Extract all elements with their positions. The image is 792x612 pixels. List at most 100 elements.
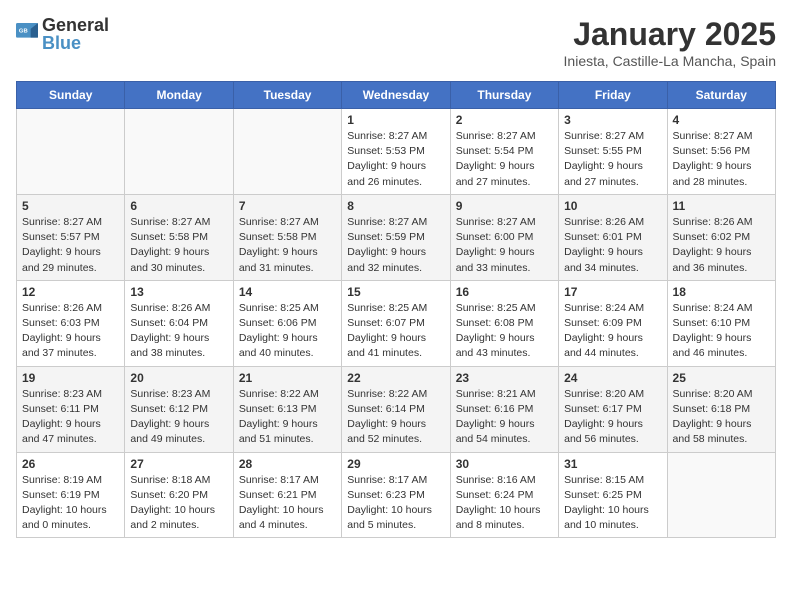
day-number: 27 bbox=[130, 457, 227, 471]
weekday-header-monday: Monday bbox=[125, 82, 233, 109]
calendar-day-3: 3 Sunrise: 8:27 AMSunset: 5:55 PMDaylight… bbox=[559, 109, 667, 195]
day-info: Sunrise: 8:27 AMSunset: 5:53 PMDaylight:… bbox=[347, 129, 444, 190]
day-number: 14 bbox=[239, 285, 336, 299]
day-info: Sunrise: 8:22 AMSunset: 6:14 PMDaylight:… bbox=[347, 387, 444, 448]
calendar-day-13: 13 Sunrise: 8:26 AMSunset: 6:04 PMDayligh… bbox=[125, 280, 233, 366]
calendar-day-10: 10Sunrise: 8:26 AMSunset: 6:01 PMDayligh… bbox=[559, 194, 667, 280]
day-number: 13 bbox=[130, 285, 227, 299]
calendar-week-1: 1 Sunrise: 8:27 AMSunset: 5:53 PMDaylight… bbox=[17, 109, 776, 195]
day-info: Sunrise: 8:25 AMSunset: 6:06 PMDaylight:… bbox=[239, 301, 336, 362]
weekday-header-tuesday: Tuesday bbox=[233, 82, 341, 109]
calendar-day-11: 11 Sunrise: 8:26 AMSunset: 6:02 PMDayligh… bbox=[667, 194, 775, 280]
day-info: Sunrise: 8:26 AMSunset: 6:04 PMDaylight:… bbox=[130, 301, 227, 362]
day-number: 12 bbox=[22, 285, 119, 299]
calendar-day-19: 19 Sunrise: 8:23 AMSunset: 6:11 PMDayligh… bbox=[17, 366, 125, 452]
calendar-title: January 2025 bbox=[564, 16, 776, 53]
day-number: 23 bbox=[456, 371, 553, 385]
weekday-header-sunday: Sunday bbox=[17, 82, 125, 109]
day-info: Sunrise: 8:27 AMSunset: 5:57 PMDaylight:… bbox=[22, 215, 119, 276]
calendar-day-31: 31 Sunrise: 8:15 AMSunset: 6:25 PMDayligh… bbox=[559, 452, 667, 538]
calendar-week-5: 26 Sunrise: 8:19 AMSunset: 6:19 PMDayligh… bbox=[17, 452, 776, 538]
day-number: 2 bbox=[456, 113, 553, 127]
calendar-table: SundayMondayTuesdayWednesdayThursdayFrid… bbox=[16, 81, 776, 538]
day-info: Sunrise: 8:16 AMSunset: 6:24 PMDaylight:… bbox=[456, 473, 553, 534]
day-info: Sunrise: 8:20 AMSunset: 6:18 PMDaylight:… bbox=[673, 387, 770, 448]
calendar-day-25: 25 Sunrise: 8:20 AMSunset: 6:18 PMDayligh… bbox=[667, 366, 775, 452]
day-number: 9 bbox=[456, 199, 553, 213]
day-info: Sunrise: 8:27 AMSunset: 5:56 PMDaylight:… bbox=[673, 129, 770, 190]
day-number: 19 bbox=[22, 371, 119, 385]
day-info: Sunrise: 8:23 AMSunset: 6:11 PMDaylight:… bbox=[22, 387, 119, 448]
day-number: 11 bbox=[673, 199, 770, 213]
day-info: Sunrise: 8:27 AMSunset: 5:54 PMDaylight:… bbox=[456, 129, 553, 190]
day-number: 22 bbox=[347, 371, 444, 385]
calendar-day-4: 4 Sunrise: 8:27 AMSunset: 5:56 PMDaylight… bbox=[667, 109, 775, 195]
day-number: 24 bbox=[564, 371, 661, 385]
weekday-header-thursday: Thursday bbox=[450, 82, 558, 109]
logo-general: General bbox=[42, 16, 109, 34]
day-number: 15 bbox=[347, 285, 444, 299]
calendar-day-26: 26 Sunrise: 8:19 AMSunset: 6:19 PMDayligh… bbox=[17, 452, 125, 538]
day-info: Sunrise: 8:27 AMSunset: 5:55 PMDaylight:… bbox=[564, 129, 661, 190]
day-info: Sunrise: 8:19 AMSunset: 6:19 PMDaylight:… bbox=[22, 473, 119, 534]
day-number: 21 bbox=[239, 371, 336, 385]
day-number: 31 bbox=[564, 457, 661, 471]
day-number: 7 bbox=[239, 199, 336, 213]
day-number: 3 bbox=[564, 113, 661, 127]
calendar-day-21: 21 Sunrise: 8:22 AMSunset: 6:13 PMDayligh… bbox=[233, 366, 341, 452]
day-number: 18 bbox=[673, 285, 770, 299]
calendar-day-22: 22 Sunrise: 8:22 AMSunset: 6:14 PMDayligh… bbox=[342, 366, 450, 452]
calendar-day-15: 15 Sunrise: 8:25 AMSunset: 6:07 PMDayligh… bbox=[342, 280, 450, 366]
day-number: 10 bbox=[564, 199, 661, 213]
calendar-day-20: 20 Sunrise: 8:23 AMSunset: 6:12 PMDayligh… bbox=[125, 366, 233, 452]
day-info: Sunrise: 8:26 AMSunset: 6:03 PMDaylight:… bbox=[22, 301, 119, 362]
day-info: Sunrise: 8:27 AMSunset: 6:00 PMDaylight:… bbox=[456, 215, 553, 276]
day-info: Sunrise: 8:25 AMSunset: 6:07 PMDaylight:… bbox=[347, 301, 444, 362]
calendar-empty-cell bbox=[667, 452, 775, 538]
calendar-subtitle: Iniesta, Castille-La Mancha, Spain bbox=[564, 53, 776, 69]
day-number: 20 bbox=[130, 371, 227, 385]
calendar-day-30: 30 Sunrise: 8:16 AMSunset: 6:24 PMDayligh… bbox=[450, 452, 558, 538]
day-number: 4 bbox=[673, 113, 770, 127]
calendar-day-6: 6Sunrise: 8:27 AMSunset: 5:58 PMDaylight… bbox=[125, 194, 233, 280]
day-number: 5 bbox=[22, 199, 119, 213]
calendar-empty-cell bbox=[233, 109, 341, 195]
logo-blue: Blue bbox=[42, 34, 109, 52]
calendar-day-17: 17Sunrise: 8:24 AMSunset: 6:09 PMDayligh… bbox=[559, 280, 667, 366]
day-number: 30 bbox=[456, 457, 553, 471]
day-info: Sunrise: 8:17 AMSunset: 6:21 PMDaylight:… bbox=[239, 473, 336, 534]
day-number: 6 bbox=[130, 199, 227, 213]
day-number: 25 bbox=[673, 371, 770, 385]
day-info: Sunrise: 8:20 AMSunset: 6:17 PMDaylight:… bbox=[564, 387, 661, 448]
calendar-day-23: 23 Sunrise: 8:21 AMSunset: 6:16 PMDayligh… bbox=[450, 366, 558, 452]
svg-text:GB: GB bbox=[19, 29, 28, 35]
calendar-day-8: 8Sunrise: 8:27 AMSunset: 5:59 PMDaylight… bbox=[342, 194, 450, 280]
day-info: Sunrise: 8:27 AMSunset: 5:58 PMDaylight:… bbox=[239, 215, 336, 276]
day-info: Sunrise: 8:25 AMSunset: 6:08 PMDaylight:… bbox=[456, 301, 553, 362]
calendar-day-27: 27Sunrise: 8:18 AMSunset: 6:20 PMDayligh… bbox=[125, 452, 233, 538]
day-info: Sunrise: 8:15 AMSunset: 6:25 PMDaylight:… bbox=[564, 473, 661, 534]
day-info: Sunrise: 8:17 AMSunset: 6:23 PMDaylight:… bbox=[347, 473, 444, 534]
calendar-day-18: 18Sunrise: 8:24 AMSunset: 6:10 PMDayligh… bbox=[667, 280, 775, 366]
day-info: Sunrise: 8:26 AMSunset: 6:02 PMDaylight:… bbox=[673, 215, 770, 276]
day-number: 16 bbox=[456, 285, 553, 299]
day-info: Sunrise: 8:24 AMSunset: 6:09 PMDaylight:… bbox=[564, 301, 661, 362]
weekday-header-row: SundayMondayTuesdayWednesdayThursdayFrid… bbox=[17, 82, 776, 109]
day-info: Sunrise: 8:22 AMSunset: 6:13 PMDaylight:… bbox=[239, 387, 336, 448]
calendar-day-12: 12 Sunrise: 8:26 AMSunset: 6:03 PMDayligh… bbox=[17, 280, 125, 366]
weekday-header-saturday: Saturday bbox=[667, 82, 775, 109]
weekday-header-wednesday: Wednesday bbox=[342, 82, 450, 109]
calendar-day-2: 2 Sunrise: 8:27 AMSunset: 5:54 PMDaylight… bbox=[450, 109, 558, 195]
day-info: Sunrise: 8:23 AMSunset: 6:12 PMDaylight:… bbox=[130, 387, 227, 448]
day-number: 26 bbox=[22, 457, 119, 471]
calendar-day-16: 16 Sunrise: 8:25 AMSunset: 6:08 PMDayligh… bbox=[450, 280, 558, 366]
calendar-empty-cell bbox=[17, 109, 125, 195]
day-number: 28 bbox=[239, 457, 336, 471]
calendar-week-2: 5 Sunrise: 8:27 AMSunset: 5:57 PMDaylight… bbox=[17, 194, 776, 280]
logo: GB General Blue bbox=[16, 16, 109, 52]
calendar-day-14: 14 Sunrise: 8:25 AMSunset: 6:06 PMDayligh… bbox=[233, 280, 341, 366]
day-number: 1 bbox=[347, 113, 444, 127]
calendar-week-4: 19 Sunrise: 8:23 AMSunset: 6:11 PMDayligh… bbox=[17, 366, 776, 452]
day-info: Sunrise: 8:21 AMSunset: 6:16 PMDaylight:… bbox=[456, 387, 553, 448]
calendar-day-29: 29Sunrise: 8:17 AMSunset: 6:23 PMDayligh… bbox=[342, 452, 450, 538]
